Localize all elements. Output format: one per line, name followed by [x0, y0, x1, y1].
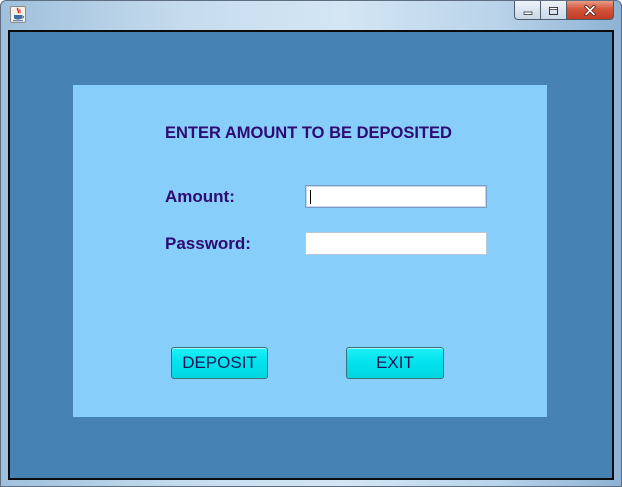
maximize-button[interactable] — [541, 1, 567, 20]
minimize-button[interactable] — [514, 1, 541, 20]
app-window: ENTER AMOUNT TO BE DEPOSITED Amount: Pas… — [0, 0, 622, 487]
text-caret — [310, 190, 311, 204]
close-button[interactable] — [567, 1, 614, 20]
minimize-icon — [523, 1, 533, 20]
deposit-panel: ENTER AMOUNT TO BE DEPOSITED Amount: Pas… — [73, 85, 547, 417]
password-label: Password: — [165, 234, 251, 253]
amount-label: Amount: — [165, 187, 235, 206]
deposit-button[interactable]: DEPOSIT — [171, 347, 268, 379]
close-icon — [584, 1, 596, 20]
maximize-icon — [548, 1, 559, 20]
client-area: ENTER AMOUNT TO BE DEPOSITED Amount: Pas… — [8, 30, 614, 480]
java-app-icon[interactable] — [10, 6, 26, 23]
amount-field[interactable] — [305, 185, 487, 208]
password-field[interactable] — [305, 232, 487, 255]
title-bar[interactable] — [1, 1, 621, 30]
window-controls — [514, 1, 614, 21]
exit-button[interactable]: EXIT — [346, 347, 444, 379]
page-title: ENTER AMOUNT TO BE DEPOSITED — [165, 124, 452, 142]
